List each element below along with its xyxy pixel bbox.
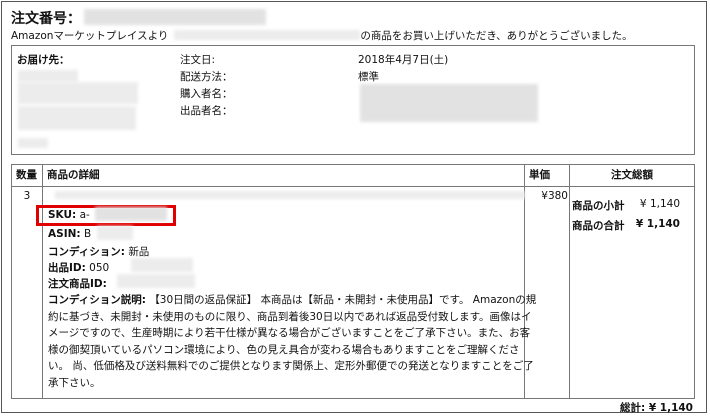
grand-total-label: 総計: [619, 402, 646, 414]
detail-header: 商品の詳細 [42, 164, 525, 187]
redacted-purchaser-seller [360, 84, 538, 122]
sku-label: SKU: [48, 209, 77, 221]
condition-desc-text: 【30日間の返品保証】 本商品は【新品・未開封・未使用品】です。 Amazonの… [48, 294, 537, 389]
order-date-label: 注文日: [180, 54, 216, 66]
asin-label: ASIN: [48, 228, 81, 240]
order-number-label: 注文番号： [11, 11, 81, 27]
totals-cell: 商品の小計 ¥ 1,140 商品の合計 ¥ 1,140 [569, 186, 695, 399]
redacted-address-1 [18, 70, 78, 82]
ship-to-label: お届け先： [17, 54, 70, 66]
order-date-value: 2018年4月7日(土) [358, 54, 449, 66]
redacted-address-4 [18, 138, 48, 148]
thanks-prefix: Amazonマーケットプレイスより [11, 30, 169, 42]
order-items-table: 数量 商品の詳細 単価 注文総額 3 SKU: a- ASIN: B コンディシ… [11, 164, 695, 399]
table-row: 3 SKU: a- ASIN: B コンディション: 新品 出品ID: 050 … [11, 186, 695, 399]
redacted-product-title [55, 191, 525, 199]
redacted-address-3 [18, 106, 136, 130]
detail-cell: SKU: a- ASIN: B コンディション: 新品 出品ID: 050 注文… [36, 186, 536, 399]
total-header: 注文総額 [569, 164, 695, 187]
sku-line: SKU: a- [48, 209, 90, 221]
listing-id-label: 出品ID: [48, 262, 86, 274]
listing-id-value: 050 [89, 262, 110, 274]
listing-id-line: 出品ID: 050 [48, 260, 109, 275]
condition-label: コンディション: [48, 246, 125, 258]
redacted-asin [97, 226, 133, 240]
subtotal-value: ¥ 1,140 [639, 198, 680, 210]
shipping-method-value: 標準 [358, 71, 379, 83]
redacted-listing-id [131, 258, 193, 272]
table-header-row: 数量 商品の詳細 単価 注文総額 [11, 164, 695, 187]
shipping-method-label: 配送方法： [180, 71, 233, 83]
redacted-order-item-id [117, 274, 195, 288]
subtotal-row: 商品の小計 ¥ 1,140 [572, 198, 680, 213]
redacted-sku [95, 207, 167, 221]
unit-price-header: 単価 [524, 164, 570, 187]
purchaser-label: 購入者名： [180, 88, 233, 100]
invoice-page: 注文番号： Amazonマーケットプレイスより の商品をお買い上げいただき、ありが… [1, 1, 707, 415]
sku-value: a- [79, 209, 90, 221]
condition-description: コンディション説明: 【30日間の返品保証】 本商品は【新品・未開封・未使用品】… [48, 292, 538, 392]
order-info-box: お届け先： 注文日: 2018年4月7日(土) 配送方法： 標準 購入者名： 出… [11, 45, 695, 155]
grand-total: 総計: ¥ 1,140 [620, 400, 693, 415]
redacted-seller-name [174, 30, 360, 40]
qty-header: 数量 [11, 164, 43, 187]
seller-label: 出品者名： [180, 105, 233, 117]
total-label: 商品の合計 [572, 220, 625, 232]
condition-line: コンディション: 新品 [48, 244, 149, 259]
order-item-id-label: 注文商品ID: [48, 278, 107, 290]
condition-value: 新品 [128, 246, 150, 258]
asin-line: ASIN: B [48, 228, 91, 240]
redacted-address-2 [18, 82, 138, 104]
condition-desc-label: コンディション説明: [48, 294, 146, 306]
total-row: 商品の合計 ¥ 1,140 [572, 218, 680, 233]
redacted-order-number [84, 9, 266, 25]
asin-value: B [83, 228, 92, 240]
thanks-suffix: の商品をお買い上げいただき、ありがとうございました。 [360, 30, 633, 42]
order-item-id-line: 注文商品ID: [48, 276, 107, 291]
total-value: ¥ 1,140 [635, 218, 680, 230]
subtotal-label: 商品の小計 [572, 200, 625, 212]
grand-total-value: ¥ 1,140 [648, 402, 693, 414]
